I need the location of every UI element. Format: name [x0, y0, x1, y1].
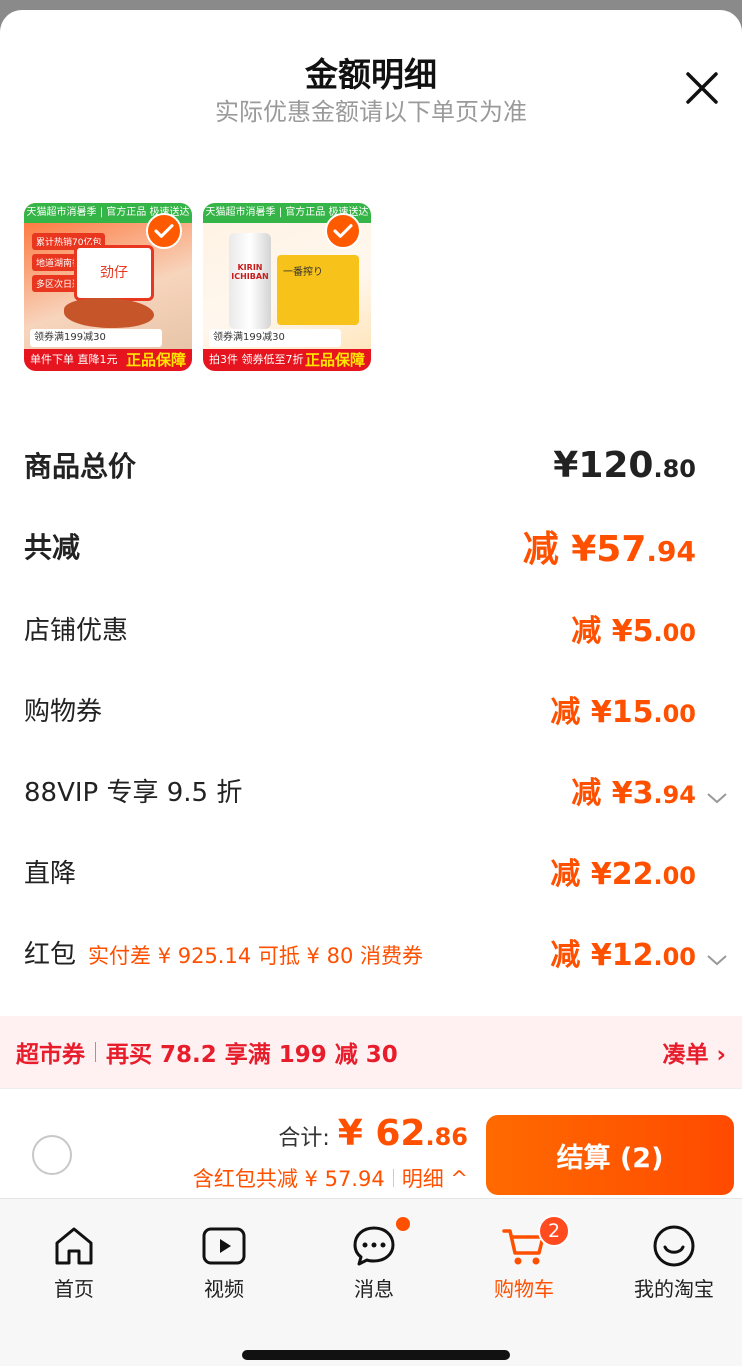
tab-label: 我的淘宝 [634, 1277, 714, 1301]
product-thumb-beer[interactable]: 天猫超市消暑季 | 官方正品 极速送达 KIRIN ICHIBAN 一番搾り 领… [203, 203, 371, 371]
unread-dot [396, 1217, 410, 1231]
tab-label: 首页 [54, 1277, 94, 1301]
tab-label: 消息 [354, 1277, 394, 1301]
add-items-link[interactable]: 凑单 › [663, 1035, 727, 1069]
discount-value: 减 ¥22.00 [550, 857, 696, 892]
discount-value: 减 ¥5.00 [571, 614, 696, 649]
sheet-subtitle: 实际优惠金额请以下单页为准 [215, 98, 527, 126]
guarantee-badge: 正品保障 [125, 351, 186, 369]
snack-food-image [64, 298, 154, 328]
select-all-radio[interactable] [32, 1135, 72, 1175]
checkout-total: 合计: ¥ 62.86 [278, 1113, 468, 1154]
tab-label: 视频 [204, 1277, 244, 1301]
total-value: ¥ 62.86 [337, 1113, 468, 1154]
tab-video[interactable]: 视频 [164, 1209, 284, 1301]
cart-count-badge: 2 [538, 1215, 570, 1247]
discount-label: 店铺优惠 [24, 615, 129, 646]
discount-row-shop: 店铺优惠 减 ¥5.00 [24, 603, 696, 653]
total-label: 合计: [278, 1126, 330, 1151]
checkout-button[interactable]: 结算 (2) [486, 1115, 734, 1195]
saving-divider [392, 1169, 394, 1187]
selected-check-icon[interactable] [146, 213, 182, 249]
message-icon [353, 1226, 395, 1266]
can-label: KIRIN ICHIBAN [231, 263, 269, 281]
redpacket-note: 实付差 ¥ 925.14 可抵 ¥ 80 消费券 [88, 943, 423, 968]
video-icon [202, 1227, 246, 1265]
discount-row-coupon: 购物券 减 ¥15.00 [24, 684, 696, 734]
checkout-bar: 合计: ¥ 62.86 含红包共减 ¥ 57.94 明细 ^ 结算 (2) [0, 1088, 742, 1198]
chevron-down-icon[interactable] [706, 791, 728, 805]
checkout-saving: 含红包共减 ¥ 57.94 明细 ^ [193, 1163, 468, 1193]
discount-value: 减 ¥3.94 [571, 776, 696, 811]
discount-label-wrap: 红包 实付差 ¥ 925.14 可抵 ¥ 80 消费券 [24, 934, 423, 971]
amount-detail-sheet: 金额明细 实际优惠金额请以下单页为准 天猫超市消暑季 | 官方正品 极速送达 累… [0, 10, 742, 1366]
pack-label: 劲仔 [100, 265, 128, 281]
summary-reduce-row: 共减 减 ¥57.94 [24, 521, 696, 571]
total-price-value: ¥120.80 [553, 444, 696, 486]
sheet-title: 金额明细 [305, 55, 437, 94]
coupon-hint: 再买 78.2 享满 199 减 30 [106, 1042, 398, 1068]
discount-label: 购物券 [24, 696, 103, 727]
discount-label: 直降 [24, 858, 77, 889]
supermarket-coupon-banner: 超市券 再买 78.2 享满 199 减 30 凑单 › [0, 1016, 742, 1088]
discount-row-direct: 直降 减 ¥22.00 [24, 846, 696, 896]
thumb-coupon-line: 领券满199减30 [209, 329, 341, 347]
selected-check-icon[interactable] [325, 213, 361, 249]
profile-icon [653, 1225, 695, 1267]
thumb-coupon-line: 领券满199减30 [30, 329, 162, 347]
close-icon[interactable] [682, 68, 722, 108]
snack-package-image: 劲仔 [74, 245, 154, 301]
thumb-promo-text: 拍3件 领券低至7折 [209, 353, 304, 366]
beer-can-image: KIRIN ICHIBAN [229, 233, 271, 329]
discount-row-vip[interactable]: 88VIP 专享 9.5 折 减 ¥3.94 [24, 765, 696, 815]
bottom-tab-bar: 首页 视频 消息 购物车 2 我的淘宝 [0, 1198, 742, 1366]
thumb-promo-bar: 拍3件 领券低至7折 正品保障 [203, 349, 371, 371]
total-price-label: 商品总价 [24, 450, 137, 483]
summary-total-row: 商品总价 ¥120.80 [24, 440, 696, 490]
discount-row-redpacket[interactable]: 红包 实付差 ¥ 925.14 可抵 ¥ 80 消费券 减 ¥12.00 [24, 927, 696, 977]
box-label: 一番搾り [283, 267, 323, 278]
tab-profile[interactable]: 我的淘宝 [614, 1209, 734, 1301]
tab-home[interactable]: 首页 [14, 1209, 134, 1301]
chevron-down-icon[interactable] [706, 953, 728, 967]
discount-value: 减 ¥12.00 [550, 938, 696, 973]
discount-label: 红包 [24, 939, 77, 970]
product-thumbnails: 天猫超市消暑季 | 官方正品 极速送达 累计热销70亿包 地道湖南香辣 多区次日… [24, 203, 371, 371]
tab-cart[interactable]: 购物车 2 [464, 1209, 584, 1301]
guarantee-badge: 正品保障 [304, 351, 365, 369]
saving-text: 含红包共减 ¥ 57.94 [192, 1167, 385, 1191]
banner-divider [95, 1042, 96, 1062]
discount-value: 减 ¥15.00 [550, 695, 696, 730]
tab-messages[interactable]: 消息 [314, 1209, 434, 1301]
beer-box-image: 一番搾り [277, 255, 359, 325]
thumb-promo-bar: 单件下单 直降1元 正品保障 [24, 349, 192, 371]
tab-label: 购物车 [494, 1277, 554, 1301]
home-indicator [242, 1350, 510, 1360]
thumb-promo-text: 单件下单 直降1元 [30, 353, 118, 366]
product-thumb-snack[interactable]: 天猫超市消暑季 | 官方正品 极速送达 累计热销70亿包 地道湖南香辣 多区次日… [24, 203, 192, 371]
discount-label: 88VIP 专享 9.5 折 [24, 777, 243, 808]
detail-toggle[interactable]: 明细 ^ [402, 1163, 468, 1193]
home-icon [55, 1227, 93, 1265]
total-reduce-label: 共减 [24, 531, 81, 564]
total-reduce-value: 减 ¥57.94 [522, 529, 696, 570]
coupon-tag: 超市券 [16, 1042, 85, 1068]
